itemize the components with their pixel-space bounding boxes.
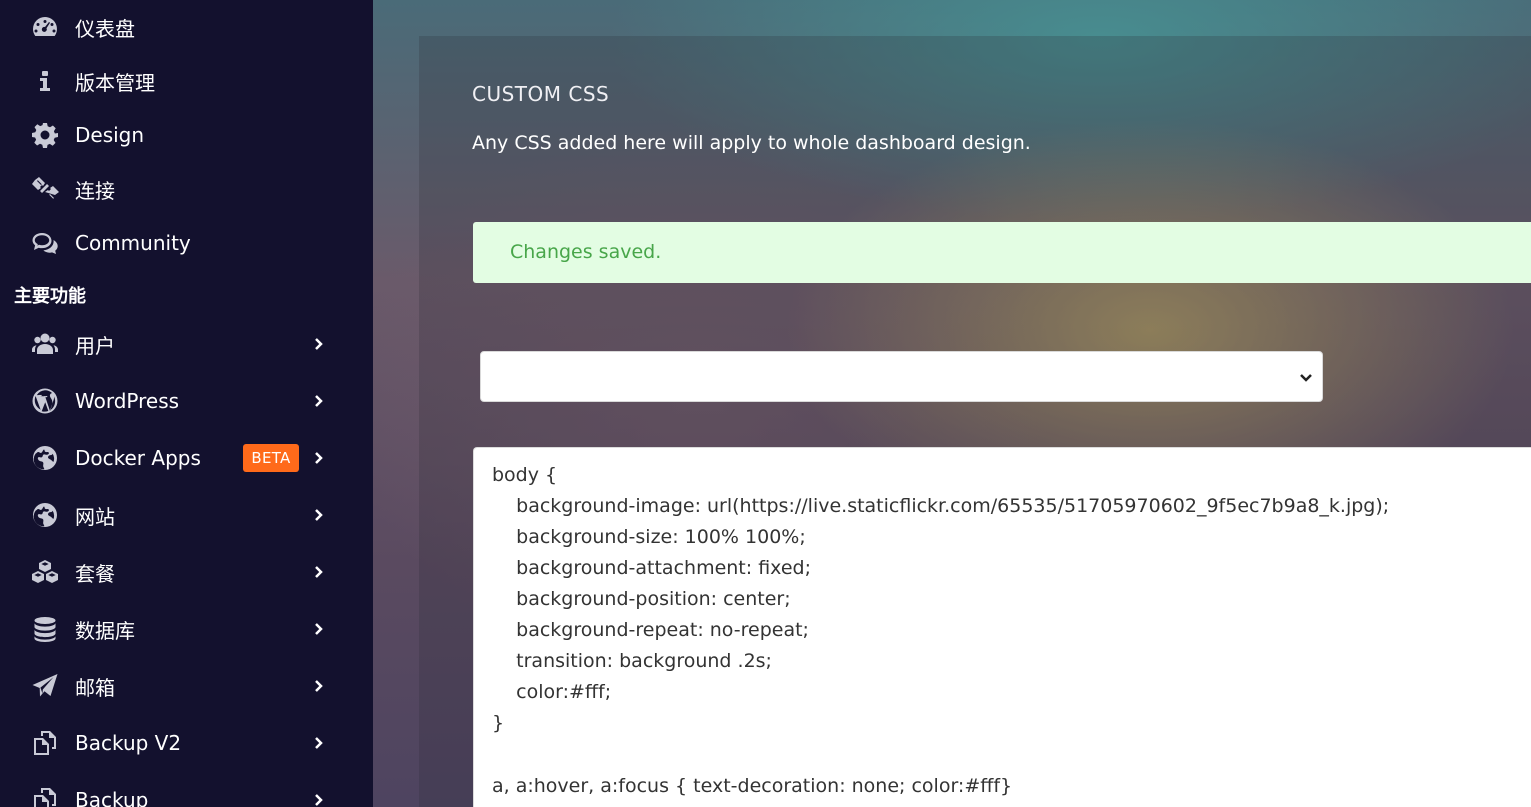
- chevron-right-icon: [310, 791, 328, 807]
- chevron-right-icon: [310, 335, 328, 353]
- sidebar-item-wordpress[interactable]: WordPress: [0, 379, 373, 423]
- sidebar-item-label: 邮箱: [75, 675, 115, 700]
- sidebar-item-users[interactable]: 用户: [0, 322, 373, 366]
- comments-icon: [30, 228, 60, 258]
- cubes-icon: [30, 557, 60, 587]
- code-line: background-size: 100% 100%;: [492, 526, 806, 548]
- code-line: a, a:hover, a:focus { text-decoration: n…: [492, 775, 1013, 797]
- sidebar-item-label: Backup V2: [75, 731, 182, 755]
- chevron-right-icon: [310, 506, 328, 524]
- chevron-right-icon: [310, 734, 328, 752]
- sidebar-item-database[interactable]: 数据库: [0, 607, 373, 651]
- page-description: Any CSS added here will apply to whole d…: [472, 132, 1031, 154]
- alert-message: Changes saved.: [510, 241, 662, 263]
- sidebar: 仪表盘 版本管理 Design 连接 Community 主要功能 用户 Wor…: [0, 0, 373, 807]
- sidebar-item-version[interactable]: 版本管理: [0, 59, 373, 103]
- sidebar-item-label: 版本管理: [75, 70, 155, 95]
- sidebar-item-backup-v2[interactable]: Backup V2: [0, 721, 373, 765]
- sidebar-item-backup[interactable]: Backup: [0, 778, 373, 807]
- sidebar-item-label: Design: [75, 123, 145, 147]
- theme-select[interactable]: [480, 351, 1323, 402]
- link-icon: [30, 174, 60, 204]
- chevron-right-icon: [310, 620, 328, 638]
- code-line: background-attachment: fixed;: [492, 557, 811, 579]
- sidebar-item-packages[interactable]: 套餐: [0, 550, 373, 594]
- database-icon: [30, 614, 60, 644]
- chevron-right-icon: [310, 449, 328, 467]
- globe-icon: [30, 500, 60, 530]
- css-editor[interactable]: body { background-image: url(https://liv…: [473, 447, 1531, 807]
- code-line: }: [492, 712, 505, 734]
- success-alert: Changes saved.: [473, 222, 1531, 283]
- sidebar-item-connect[interactable]: 连接: [0, 167, 373, 211]
- sidebar-item-design[interactable]: Design: [0, 113, 373, 157]
- info-icon: [30, 66, 60, 96]
- code-line: background-position: center;: [492, 588, 791, 610]
- sidebar-item-label: Community: [75, 231, 191, 255]
- sidebar-item-label: 连接: [75, 178, 115, 203]
- chevron-right-icon: [310, 392, 328, 410]
- code-line: transition: background .2s;: [492, 650, 772, 672]
- sidebar-item-dashboard[interactable]: 仪表盘: [0, 5, 373, 49]
- sidebar-item-docker-apps[interactable]: Docker Apps BETA: [0, 436, 373, 480]
- chevron-right-icon: [310, 677, 328, 695]
- sidebar-item-label: WordPress: [75, 389, 180, 413]
- code-line: body {: [492, 464, 558, 486]
- chevron-down-icon: [1298, 369, 1314, 385]
- sidebar-item-label: 用户: [75, 333, 115, 358]
- gear-icon: [30, 120, 60, 150]
- sidebar-item-label: Backup: [75, 788, 149, 807]
- code-line: background-repeat: no-repeat;: [492, 619, 809, 641]
- dashboard-icon: [30, 12, 60, 42]
- copy-icon: [30, 728, 60, 758]
- beta-badge: BETA: [243, 444, 299, 472]
- sidebar-item-label: 网站: [75, 504, 115, 529]
- sidebar-item-label: Docker Apps: [75, 446, 201, 470]
- page-title: CUSTOM CSS: [472, 82, 610, 106]
- paper-plane-icon: [30, 671, 60, 701]
- sidebar-item-label: 数据库: [75, 618, 135, 643]
- sidebar-item-label: 仪表盘: [75, 16, 135, 41]
- wordpress-icon: [30, 386, 60, 416]
- sidebar-section-title: 主要功能: [14, 286, 86, 307]
- chevron-right-icon: [310, 563, 328, 581]
- globe-icon: [30, 443, 60, 473]
- code-line: color:#fff;: [492, 681, 612, 703]
- code-line: background-image: url(https://live.stati…: [492, 495, 1390, 517]
- copy-icon: [30, 785, 60, 807]
- sidebar-item-websites[interactable]: 网站: [0, 493, 373, 537]
- users-icon: [30, 329, 60, 359]
- sidebar-item-label: 套餐: [75, 561, 115, 586]
- sidebar-item-email[interactable]: 邮箱: [0, 664, 373, 708]
- sidebar-item-community[interactable]: Community: [0, 221, 373, 265]
